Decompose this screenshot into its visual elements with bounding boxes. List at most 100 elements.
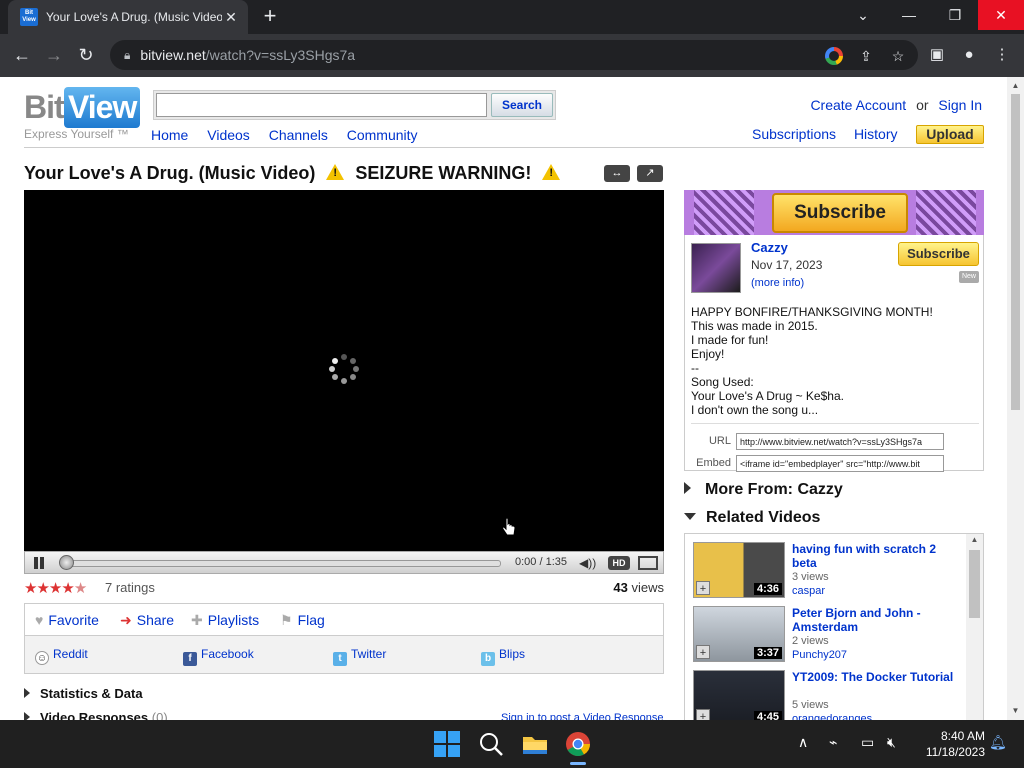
flag-tab[interactable]: ⚑ Flag xyxy=(280,612,325,629)
sign-in-link[interactable]: Sign In xyxy=(938,97,982,113)
url-field[interactable] xyxy=(736,433,944,450)
bookmark-star-icon[interactable]: ☆ xyxy=(889,47,907,65)
windows-start-icon[interactable] xyxy=(433,730,461,758)
notification-bell-icon[interactable]: 🔔︎ xyxy=(989,734,1007,751)
rating-stars[interactable]: ★★★★★ xyxy=(24,579,87,597)
sign-in-response-link[interactable]: Sign in to post a Video Response xyxy=(501,712,663,720)
history-link[interactable]: History xyxy=(854,126,898,142)
display-icon[interactable]: ▭ xyxy=(861,734,874,751)
chrome-icon[interactable] xyxy=(564,730,592,758)
share-facebook[interactable]: f Facebook xyxy=(183,647,254,666)
video-thumbnail[interactable]: + 4:45 xyxy=(693,670,785,720)
fullscreen-icon[interactable] xyxy=(638,556,658,570)
menu-icon[interactable]: ⋮ xyxy=(992,45,1012,65)
related-video-author[interactable]: orangedoranges xyxy=(792,713,872,720)
search-icon[interactable] xyxy=(477,730,505,758)
related-scroll-thumb[interactable] xyxy=(969,550,980,618)
related-video-author[interactable]: Punchy207 xyxy=(792,649,847,661)
add-to-playlist-icon[interactable]: + xyxy=(696,581,710,595)
search-input[interactable] xyxy=(156,93,487,117)
more-info-link[interactable]: (more info) xyxy=(751,277,804,289)
new-tab-icon[interactable]: + xyxy=(258,5,282,29)
share-icon[interactable]: ⇪ xyxy=(857,47,875,65)
seek-handle[interactable] xyxy=(59,555,74,570)
more-from-section[interactable]: More From: Cazzy xyxy=(684,481,843,499)
close-tab-icon[interactable]: ✕ xyxy=(222,9,240,26)
browser-tab[interactable]: Bit View Your Love's A Drug. (Music Vide… xyxy=(8,0,248,34)
related-video-item[interactable]: + 4:36 having fun with scratch 2 beta 3 … xyxy=(693,542,963,600)
volume-mute-icon[interactable]: 🔇︎ xyxy=(887,734,896,751)
address-bar[interactable]: 🔒︎ bitview.net/watch?v=ssLy3SHgs7a ⇪ ☆ xyxy=(110,40,918,70)
nav-home[interactable]: Home xyxy=(151,127,188,143)
tab-search-icon[interactable]: ⌄ xyxy=(840,0,886,30)
seek-bar[interactable] xyxy=(61,560,501,567)
related-video-author[interactable]: caspar xyxy=(792,585,825,597)
scroll-up-icon[interactable]: ▲ xyxy=(1007,79,1024,93)
star-icon[interactable]: ★ xyxy=(36,580,49,597)
search-button[interactable]: Search xyxy=(491,93,553,117)
star-icon[interactable]: ★ xyxy=(24,580,37,597)
video-player[interactable] xyxy=(24,190,664,551)
video-responses-section[interactable]: Video Responses (0) xyxy=(24,710,168,720)
nav-community[interactable]: Community xyxy=(347,127,418,143)
add-to-playlist-icon[interactable]: + xyxy=(696,645,710,659)
video-thumbnail[interactable]: + 3:37 xyxy=(693,606,785,662)
share-reddit[interactable]: ☺ Reddit xyxy=(35,647,88,665)
network-icon[interactable]: ⌁ xyxy=(829,734,837,751)
related-video-item[interactable]: + 4:45 YT2009: The Docker Tutorial 5 vie… xyxy=(693,670,963,720)
add-to-playlist-icon[interactable]: + xyxy=(696,709,710,720)
restore-icon[interactable]: ❐ xyxy=(932,0,978,30)
half-star-icon[interactable]: ★ xyxy=(74,580,87,597)
profile-icon[interactable]: ● xyxy=(959,45,979,65)
share-blips[interactable]: b Blips xyxy=(481,647,525,666)
tray-overflow-icon[interactable]: ∧ xyxy=(798,734,808,751)
clock-date: 11/18/2023 xyxy=(925,745,985,759)
bitview-logo[interactable]: Bit View Express Yourself ™ xyxy=(24,87,141,141)
related-videos-section[interactable]: Related Videos xyxy=(684,509,820,527)
page-scrollbar[interactable]: ▲ ▼ xyxy=(1007,77,1024,720)
create-account-link[interactable]: Create Account xyxy=(810,97,906,113)
favorite-tab[interactable]: ♥ Favorite xyxy=(35,612,99,628)
wide-player-icon[interactable]: ↔ xyxy=(604,165,630,182)
close-window-icon[interactable]: ✕ xyxy=(978,0,1024,30)
forward-icon[interactable]: → xyxy=(41,43,67,69)
related-scrollbar[interactable]: ▲ xyxy=(966,534,983,720)
channel-avatar[interactable] xyxy=(691,243,741,293)
share-tab[interactable]: ➜ Share xyxy=(120,612,174,629)
scroll-down-icon[interactable]: ▼ xyxy=(1007,704,1024,718)
page-scroll-thumb[interactable] xyxy=(1011,94,1020,410)
minimize-icon[interactable]: — xyxy=(886,0,932,30)
video-thumbnail[interactable]: + 4:36 xyxy=(693,542,785,598)
nav-channels[interactable]: Channels xyxy=(269,127,328,143)
statistics-label: Statistics & Data xyxy=(40,686,143,701)
related-video-title[interactable]: Peter Bjorn and John - Amsterdam xyxy=(792,606,962,634)
subscriptions-link[interactable]: Subscriptions xyxy=(752,126,836,142)
related-video-title[interactable]: having fun with scratch 2 beta xyxy=(792,542,962,570)
statistics-section[interactable]: Statistics & Data xyxy=(24,686,143,701)
star-icon[interactable]: ★ xyxy=(61,580,74,597)
related-video-item[interactable]: + 3:37 Peter Bjorn and John - Amsterdam … xyxy=(693,606,963,664)
volume-icon[interactable]: ◀)) xyxy=(579,556,596,570)
playlists-label: Playlists xyxy=(207,612,260,628)
share-twitter[interactable]: t Twitter xyxy=(333,647,386,666)
embed-field[interactable] xyxy=(736,455,944,472)
hd-button[interactable]: HD xyxy=(608,556,630,570)
subscribe-button[interactable]: Subscribe xyxy=(898,242,979,266)
side-panel-icon[interactable]: ▣ xyxy=(927,45,947,65)
upload-button[interactable]: Upload xyxy=(916,125,984,144)
channel-name[interactable]: Cazzy xyxy=(751,240,788,255)
clock[interactable]: 8:40 AM 11/18/2023 xyxy=(915,728,985,760)
reload-icon[interactable]: ↻ xyxy=(73,43,99,69)
file-explorer-icon[interactable] xyxy=(521,730,549,758)
scroll-up-icon[interactable]: ▲ xyxy=(966,535,983,544)
related-video-title[interactable]: YT2009: The Docker Tutorial xyxy=(792,670,962,684)
star-icon[interactable]: ★ xyxy=(49,580,62,597)
google-lens-icon[interactable] xyxy=(825,47,843,65)
nav-videos[interactable]: Videos xyxy=(207,127,250,143)
description-line: This was made in 2015. xyxy=(691,319,818,333)
popout-icon[interactable]: ↗ xyxy=(637,165,663,182)
pause-icon[interactable] xyxy=(33,557,45,569)
playlists-tab[interactable]: ✚ Playlists xyxy=(191,612,259,629)
back-icon[interactable]: ← xyxy=(9,43,35,69)
banner-subscribe-button[interactable]: Subscribe xyxy=(772,193,908,233)
